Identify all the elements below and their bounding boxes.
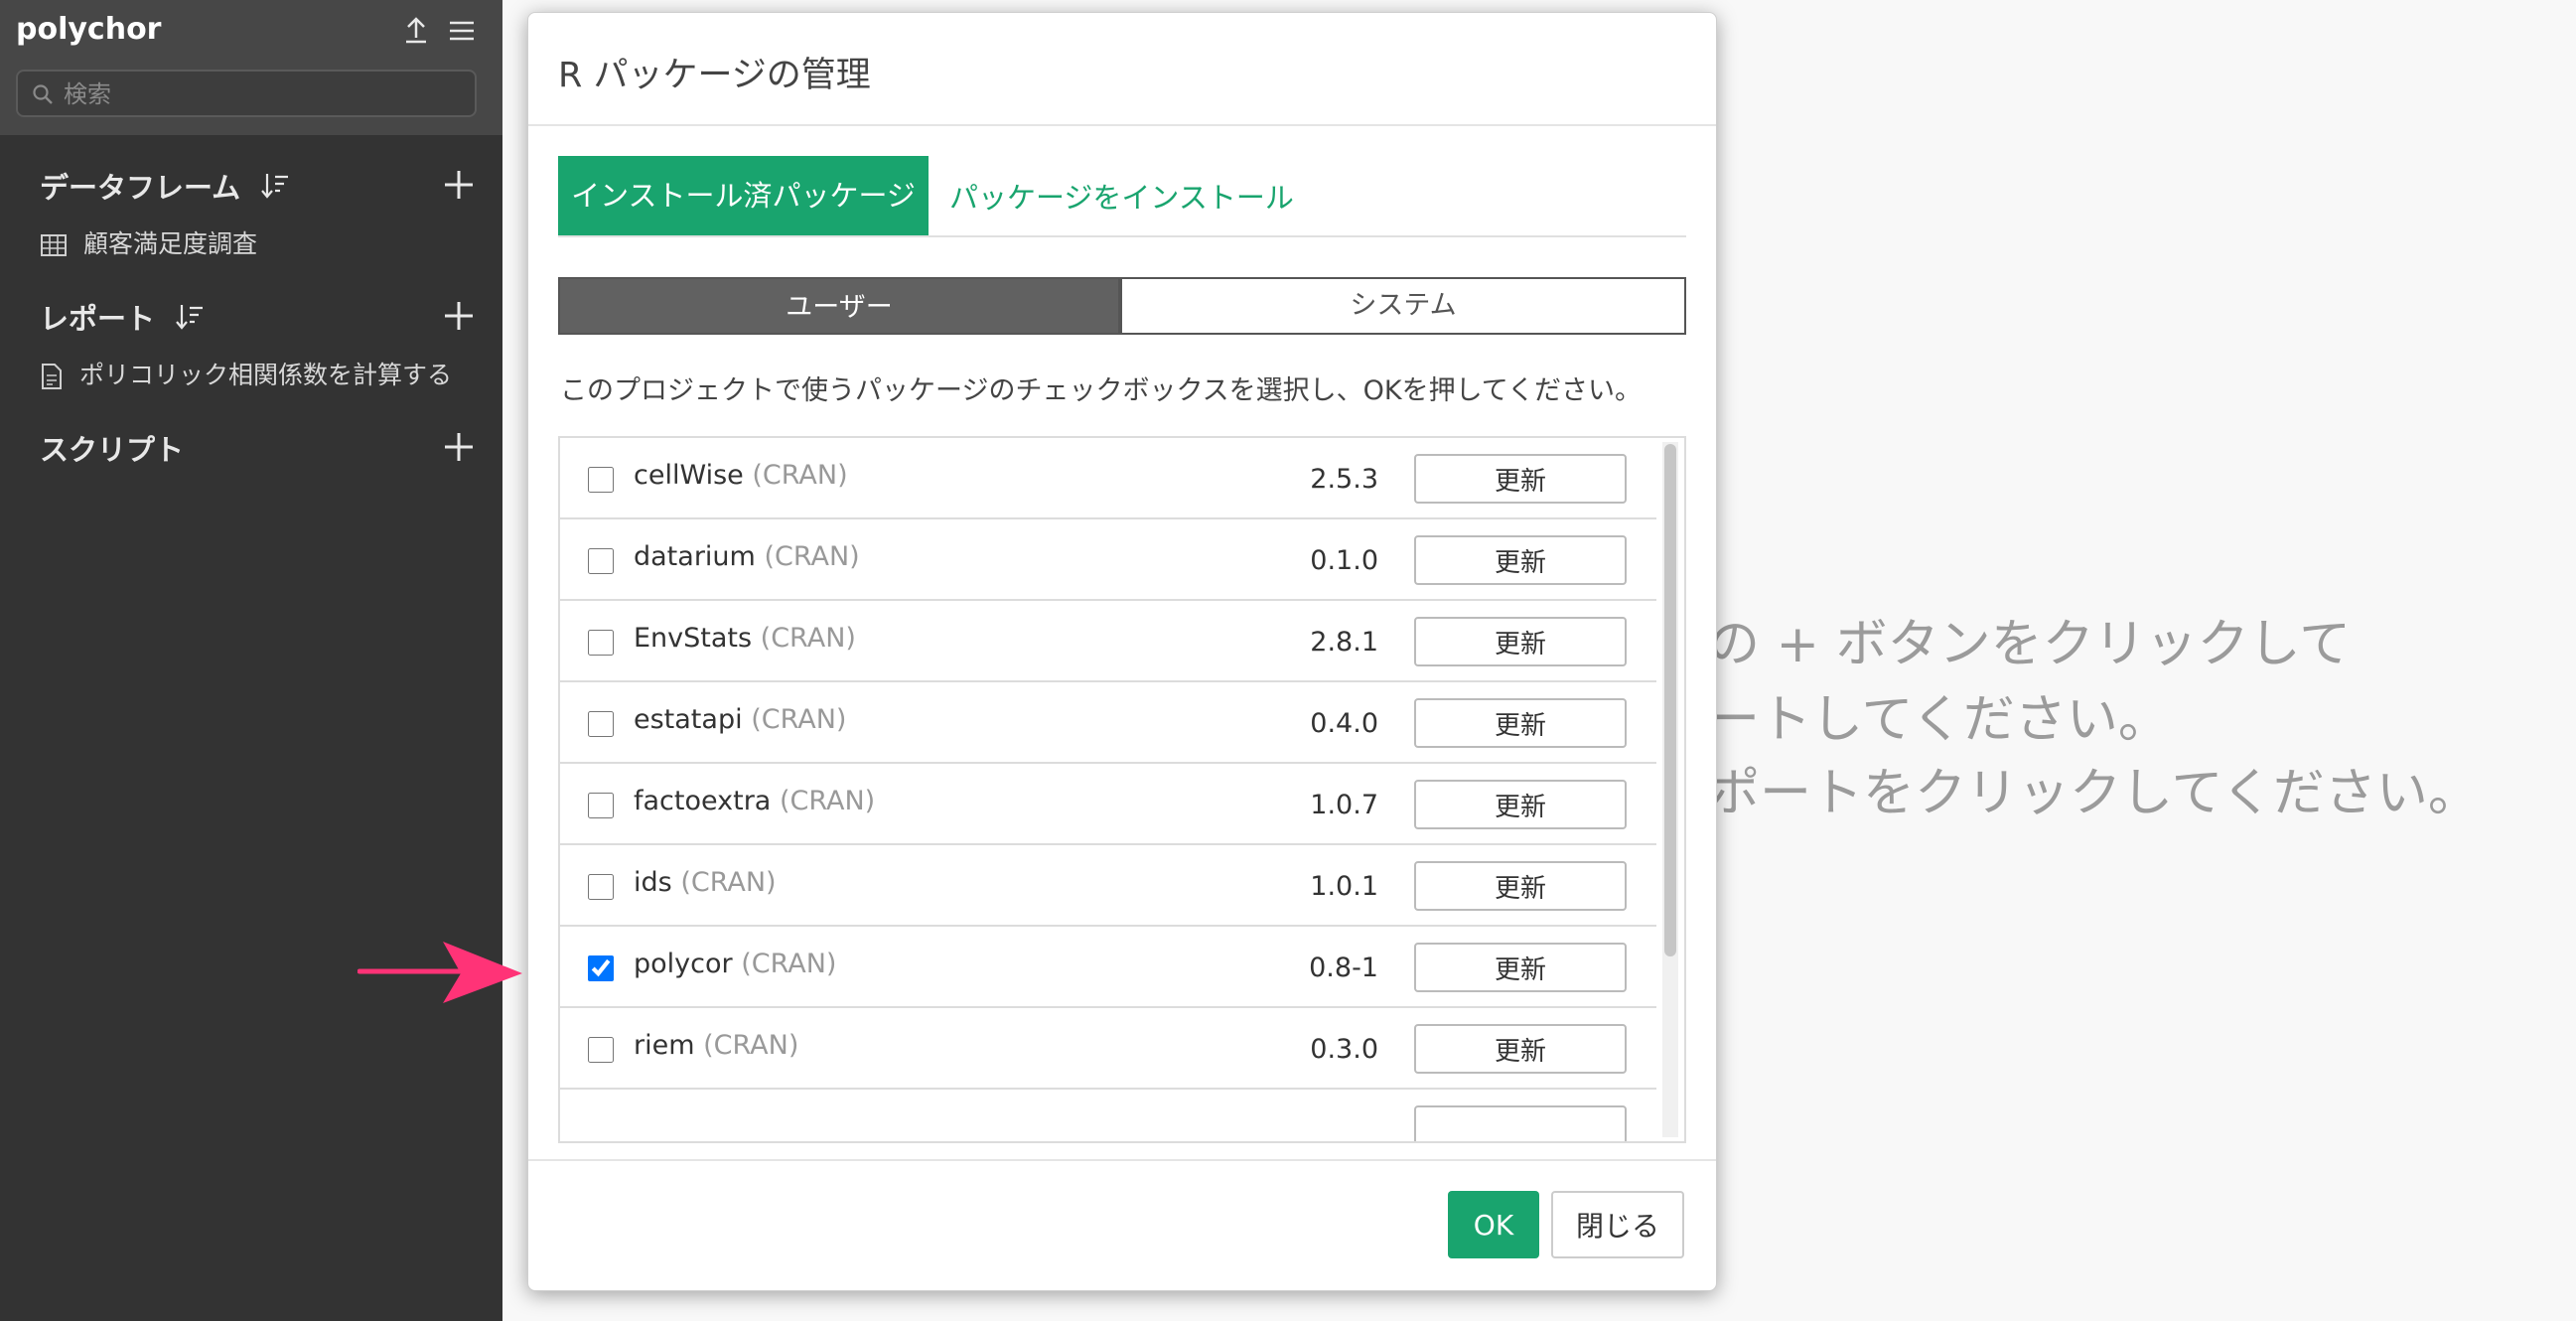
- package-name-text: riem: [634, 1030, 695, 1061]
- scrollbar[interactable]: [1662, 442, 1678, 1137]
- table-icon: [41, 234, 67, 256]
- search-box[interactable]: [16, 70, 477, 117]
- package-repo: (CRAN): [741, 949, 837, 979]
- package-version: 0.4.0: [1310, 708, 1378, 739]
- ok-button[interactable]: OK: [1448, 1191, 1539, 1258]
- package-checkbox[interactable]: [588, 467, 614, 493]
- package-repo: (CRAN): [752, 460, 848, 491]
- add-script-button[interactable]: [441, 429, 477, 465]
- segment-user[interactable]: ユーザー: [558, 277, 1120, 335]
- package-version: 0.1.0: [1310, 545, 1378, 576]
- section-title-scripts: スクリプト: [40, 433, 185, 467]
- package-row: riem (CRAN) 0.3.0 更新: [560, 1008, 1656, 1090]
- package-checkbox[interactable]: [588, 955, 614, 981]
- package-version: 1.0.1: [1310, 871, 1378, 902]
- update-button[interactable]: 更新: [1414, 535, 1627, 585]
- section-title-reports: レポート: [40, 302, 156, 336]
- package-row: EnvStats (CRAN) 2.8.1 更新: [560, 601, 1656, 682]
- package-repo: (CRAN): [680, 867, 777, 898]
- package-name-text: polycor: [634, 949, 733, 979]
- package-name: datarium (CRAN): [634, 541, 860, 572]
- report-item-label: ポリコリック相関係数を計算する: [79, 361, 453, 389]
- hint-line-1: の + ボタンをクリックして: [1708, 615, 2352, 674]
- package-name-text: EnvStats: [634, 623, 753, 654]
- close-button[interactable]: 閉じる: [1551, 1191, 1684, 1258]
- package-list[interactable]: cellWise (CRAN) 2.5.3 更新 datarium (CRAN) 0.1…: [558, 436, 1686, 1143]
- dataframe-item[interactable]: 顧客満足度調査: [40, 224, 477, 260]
- package-name-text: factoextra: [634, 786, 772, 816]
- package-version: 2.5.3: [1310, 464, 1378, 495]
- package-name-text: datarium: [634, 541, 756, 572]
- upload-icon[interactable]: [401, 16, 431, 46]
- divider: [528, 124, 1716, 126]
- package-version: 0.3.0: [1310, 1034, 1378, 1065]
- package-version: 2.8.1: [1310, 627, 1378, 658]
- dialog-title: R パッケージの管理: [558, 56, 871, 95]
- package-checkbox[interactable]: [588, 874, 614, 900]
- package-row: datarium (CRAN) 0.1.0 更新: [560, 519, 1656, 601]
- package-checkbox[interactable]: [588, 793, 614, 818]
- package-version: 0.8-1: [1309, 953, 1378, 983]
- scrollbar-thumb[interactable]: [1664, 444, 1676, 956]
- package-repo: (CRAN): [760, 623, 856, 654]
- update-button[interactable]: 更新: [1414, 617, 1627, 666]
- package-name: estatapi (CRAN): [634, 704, 846, 735]
- tab-underline: [558, 235, 1686, 237]
- section-title-dataframes: データフレーム: [40, 171, 241, 205]
- search-icon: [33, 84, 53, 104]
- update-button[interactable]: 更新: [1414, 1024, 1627, 1074]
- package-repo: (CRAN): [764, 541, 860, 572]
- annotation-arrow-icon: [358, 942, 522, 1003]
- package-name: riem (CRAN): [634, 1030, 798, 1061]
- add-report-button[interactable]: [441, 298, 477, 334]
- package-checkbox[interactable]: [588, 630, 614, 656]
- package-row-partial: [560, 1090, 1656, 1141]
- update-button-partial[interactable]: [1414, 1105, 1627, 1141]
- package-name: factoextra (CRAN): [634, 786, 875, 816]
- package-name-text: cellWise: [634, 460, 744, 491]
- hint-line-3: ポートをクリックしてください。: [1708, 764, 2480, 823]
- package-checkbox[interactable]: [588, 548, 614, 574]
- report-item[interactable]: ポリコリック相関係数を計算する: [40, 356, 477, 391]
- package-name: ids (CRAN): [634, 867, 777, 898]
- sort-icon[interactable]: [175, 302, 205, 332]
- instruction-text: このプロジェクトで使うパッケージのチェックボックスを選択し、OKを押してください…: [560, 375, 1642, 406]
- sidebar: polychor データフレーム 顧客満足度調査 レポート: [0, 0, 502, 1321]
- add-dataframe-button[interactable]: [441, 167, 477, 203]
- tab-installed-packages[interactable]: インストール済パッケージ: [558, 156, 929, 235]
- package-repo: (CRAN): [751, 704, 847, 735]
- package-version: 1.0.7: [1310, 790, 1378, 820]
- package-row: factoextra (CRAN) 1.0.7 更新: [560, 764, 1656, 845]
- dataframe-item-label: 顧客満足度調査: [83, 229, 258, 258]
- search-input[interactable]: [62, 75, 463, 113]
- package-row: polycor (CRAN) 0.8-1 更新: [560, 927, 1656, 1008]
- sidebar-header: polychor: [0, 0, 502, 135]
- package-manager-dialog: R パッケージの管理 インストール済パッケージ パッケージをインストール ユーザ…: [527, 12, 1717, 1291]
- document-icon: [42, 364, 62, 389]
- segment-system[interactable]: システム: [1120, 277, 1686, 335]
- update-button[interactable]: 更新: [1414, 454, 1627, 504]
- sort-icon[interactable]: [260, 171, 290, 201]
- update-button[interactable]: 更新: [1414, 861, 1627, 911]
- update-button[interactable]: 更新: [1414, 780, 1627, 829]
- divider: [528, 1159, 1716, 1161]
- package-repo: (CRAN): [703, 1030, 799, 1061]
- package-name-text: estatapi: [634, 704, 743, 735]
- hint-line-2: ートしてください。: [1708, 690, 2170, 750]
- package-repo: (CRAN): [779, 786, 876, 816]
- package-name: polycor (CRAN): [634, 949, 836, 979]
- package-name: cellWise (CRAN): [634, 460, 848, 491]
- update-button[interactable]: 更新: [1414, 698, 1627, 748]
- package-checkbox[interactable]: [588, 1037, 614, 1063]
- update-button[interactable]: 更新: [1414, 943, 1627, 992]
- package-checkbox[interactable]: [588, 711, 614, 737]
- package-row: ids (CRAN) 1.0.1 更新: [560, 845, 1656, 927]
- package-name: EnvStats (CRAN): [634, 623, 856, 654]
- package-row: cellWise (CRAN) 2.5.3 更新: [560, 438, 1656, 519]
- package-row: estatapi (CRAN) 0.4.0 更新: [560, 682, 1656, 764]
- menu-icon[interactable]: [447, 16, 477, 46]
- package-name-text: ids: [634, 867, 672, 898]
- tab-install-packages[interactable]: パッケージをインストール: [949, 156, 1294, 235]
- project-title: polychor: [16, 12, 162, 47]
